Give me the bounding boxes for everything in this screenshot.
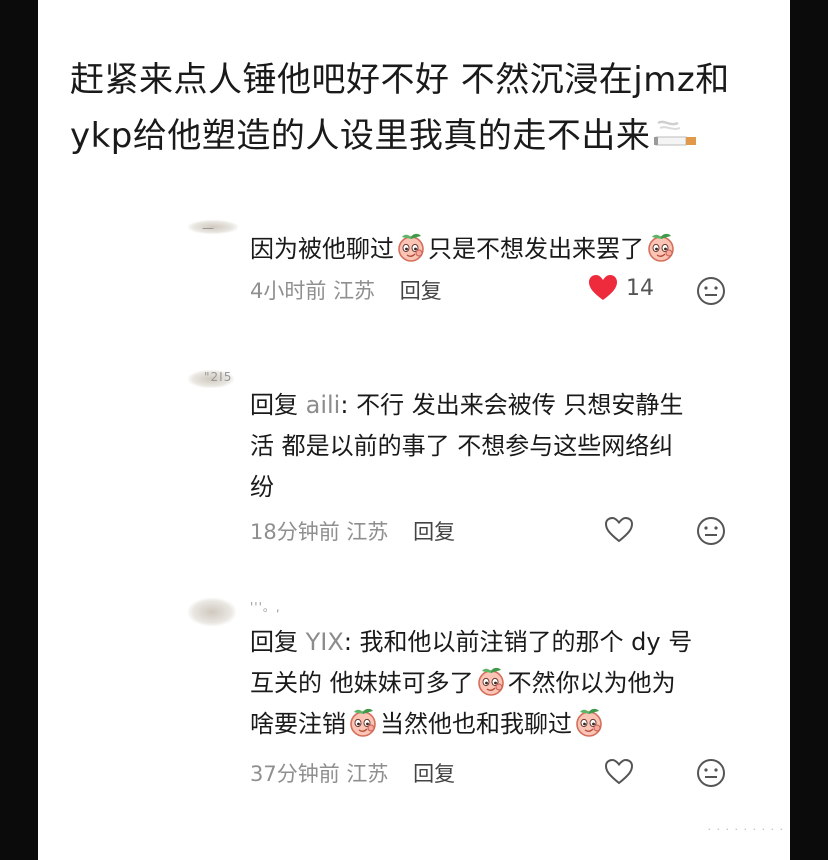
reply-button[interactable]: 回复 [413, 520, 455, 544]
comment-1-meta: 4小时前 江苏 回复 [250, 275, 442, 305]
right-border [790, 0, 828, 860]
cigarette-emoji-icon [654, 110, 698, 166]
comment-time: 37分钟前 [250, 762, 340, 786]
comment-location: 江苏 [333, 279, 376, 303]
comment-1-text: 因为被他聊过 只是不想发出来罢了 [250, 229, 750, 270]
username[interactable]: '''。, [250, 598, 281, 615]
comment-3-text-3a: 啥要注销 [250, 710, 346, 738]
reply-prefix: 回复 [250, 391, 298, 419]
comment-2-line-3: 纷 [250, 473, 274, 501]
reply-prefix: 回复 [250, 628, 298, 656]
comment-3-text: 回复 YIX: 我和他以前注销了的那个 dy 号 互关的 他妹妹可多了 不然你以为… [250, 622, 750, 745]
reply-to-user[interactable]: YIX [306, 628, 344, 656]
reply-to-user[interactable]: aili [306, 391, 341, 419]
peach-emoji-icon [477, 667, 504, 696]
comment-3-line-1: 回复 YIX: 我和他以前注销了的那个 dy 号 [250, 622, 750, 663]
comment-time: 4小时前 [250, 279, 327, 303]
reply-button[interactable]: 回复 [400, 279, 442, 303]
dislike-face-icon[interactable] [696, 758, 726, 792]
peach-emoji-icon [648, 233, 674, 262]
post-line-2: ykp给他塑造的人设里我真的走不出来 [70, 108, 760, 166]
comment-card: 赶紧来点人锤他吧好不好 不然沉浸在jmz和 ykp给他塑造的人设里我真的走不出来… [38, 0, 790, 860]
comment-3-text-1: : 我和他以前注销了的那个 dy 号 [343, 628, 693, 656]
comment-location: 江苏 [346, 762, 389, 786]
dislike-face-icon[interactable] [696, 276, 726, 310]
heart-filled-icon [589, 275, 617, 300]
comment-2-text-1: : 不行 发出来会被传 只想安静生 [340, 391, 684, 419]
like-button[interactable]: 14 [588, 274, 654, 302]
comment-time: 18分钟前 [250, 520, 340, 544]
comment-3-text-2b: 不然你以为他为 [507, 669, 676, 697]
comment-3-meta: 37分钟前 江苏 回复 [250, 758, 455, 788]
comment-3-text-3b: 当然他也和我聊过 [380, 710, 572, 738]
comment-1-part-2: 只是不想发出来罢了 [428, 235, 644, 263]
comment-2-line-2: 活 都是以前的事了 不想参与这些网络纠 [250, 432, 674, 460]
comment-2-line-1: 回复 aili: 不行 发出来会被传 只想安静生 [250, 385, 750, 426]
comment-location: 江苏 [346, 520, 389, 544]
post-line-1: 赶紧来点人锤他吧好不好 不然沉浸在jmz和 [70, 60, 730, 100]
comment-3-line-2: 互关的 他妹妹可多了 不然你以为他为 [250, 663, 750, 704]
reply-button[interactable]: 回复 [413, 762, 455, 786]
username[interactable]: 一 [202, 220, 215, 237]
peach-emoji-icon [576, 708, 602, 737]
username[interactable]: "2Ⅰ5 [204, 370, 232, 384]
comment-2-text: 回复 aili: 不行 发出来会被传 只想安静生 活 都是以前的事了 不想参与这… [250, 385, 750, 508]
left-border [0, 0, 38, 860]
post-line-2-text: ykp给他塑造的人设里我真的走不出来 [70, 116, 651, 156]
heart-outline-icon[interactable] [604, 516, 634, 548]
comment-3-line-3: 啥要注销 当然他也和我聊过 [250, 704, 750, 745]
peach-emoji-icon [350, 708, 376, 737]
comment-2-meta: 18分钟前 江苏 回复 [250, 516, 455, 546]
avatar[interactable] [188, 598, 236, 626]
comment-1-part-1: 因为被他聊过 [250, 235, 394, 263]
dislike-face-icon[interactable] [696, 516, 726, 550]
comment-3-text-2a: 互关的 他妹妹可多了 [250, 669, 474, 697]
peach-emoji-icon [398, 233, 424, 262]
like-count: 14 [626, 275, 654, 301]
watermark: · · · · · · · · · [707, 823, 784, 836]
post-text: 赶紧来点人锤他吧好不好 不然沉浸在jmz和 ykp给他塑造的人设里我真的走不出来 [70, 52, 760, 166]
heart-outline-icon[interactable] [604, 758, 634, 790]
